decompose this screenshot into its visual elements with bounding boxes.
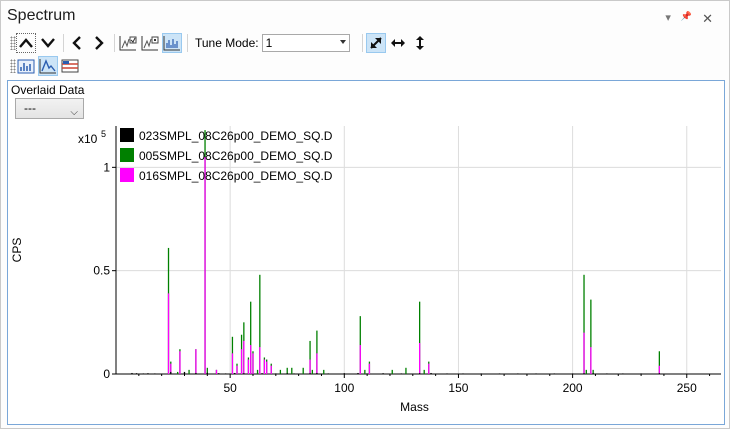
spectrum-check-icon (119, 36, 137, 51)
autoscale-both-button[interactable] (365, 33, 386, 53)
chevron-down-icon (41, 38, 55, 48)
toolbar-separator (114, 34, 115, 52)
spectrum-bars-button[interactable] (162, 33, 182, 53)
x-tick-label: 100 (334, 381, 354, 395)
legend-label: 016SMPL_08C26p00_DEMO_SQ.D (139, 169, 333, 183)
y-axis-label: CPS (10, 238, 24, 263)
y-multiplier-label: x10 (78, 132, 98, 146)
diagonal-expand-icon (369, 37, 382, 49)
peak-label-button[interactable] (16, 56, 36, 76)
legend-swatch (120, 148, 134, 162)
next-button[interactable] (89, 33, 109, 53)
autoscale-x-button[interactable] (388, 33, 408, 53)
toolbar-separator (63, 34, 64, 52)
toolbar-separator (187, 34, 188, 52)
legend-label: 023SMPL_08C26p00_DEMO_SQ.D (139, 129, 333, 143)
x-tick-label: 250 (677, 381, 697, 395)
x-axis-label: Mass (400, 400, 429, 414)
panel-menu-icon[interactable]: ▾ (665, 11, 671, 27)
spectrum-check-button[interactable] (118, 33, 138, 53)
horizontal-expand-icon (390, 39, 405, 47)
pin-icon[interactable]: 📌 (681, 11, 692, 27)
y-multiplier-exponent: 5 (101, 129, 106, 139)
vertical-expand-icon (415, 36, 424, 50)
panel-title: Spectrum (7, 7, 76, 24)
autoscale-y-button[interactable] (410, 33, 430, 53)
tune-mode-label: Tune Mode: (195, 36, 259, 50)
chevron-up-icon (19, 38, 33, 48)
toolbar-secondary (16, 55, 82, 77)
toolbar-main: Tune Mode: 1 (16, 32, 432, 54)
tune-mode-select[interactable]: 1 (261, 34, 350, 52)
profile-view-button[interactable] (38, 56, 58, 76)
spectrum-chart[interactable]: 50 100 150 200 250 0 0.5 1 x10 5 Mass CPS 023SMPL_08… (8, 81, 724, 424)
legend-label: 005SMPL_08C26p00_DEMO_SQ.D (139, 149, 333, 163)
table-flag-icon (61, 59, 79, 73)
spectrum-bars-icon (163, 36, 180, 51)
previous-button[interactable] (67, 33, 87, 53)
title-controls: ▾ 📌 ✕ (665, 11, 713, 27)
tune-mode-value: 1 (265, 36, 273, 50)
peak-chart-icon (17, 59, 35, 74)
y-tick-label: 1 (103, 160, 110, 174)
x-tick-label: 150 (448, 381, 468, 395)
legend-swatch (120, 168, 134, 182)
spectrum-select-button[interactable] (140, 33, 160, 53)
plot-area[interactable]: Overlaid Data --- ⌵ 50 100 150 200 250 0 0.5 1 x… (7, 80, 725, 425)
profile-chart-icon (39, 59, 56, 74)
table-view-button[interactable] (60, 56, 80, 76)
chevron-left-icon (72, 36, 81, 50)
spectrum-panel: Spectrum ▾ 📌 ✕ Tune Mode: 1 Overlaid Dat… (0, 0, 730, 429)
x-tick-label: 50 (223, 381, 237, 395)
chevron-right-icon (95, 36, 104, 50)
y-tick-label: 0 (103, 367, 110, 381)
dropdown-arrow-icon (339, 40, 346, 44)
y-tick-label: 0.5 (93, 264, 110, 278)
spectrum-select-icon (141, 36, 159, 51)
legend-swatch (120, 128, 134, 142)
close-icon[interactable]: ✕ (702, 11, 713, 27)
toolbar-separator (361, 34, 363, 52)
collapse-up-button[interactable] (16, 33, 36, 53)
x-tick-label: 200 (563, 381, 583, 395)
expand-down-button[interactable] (38, 33, 58, 53)
